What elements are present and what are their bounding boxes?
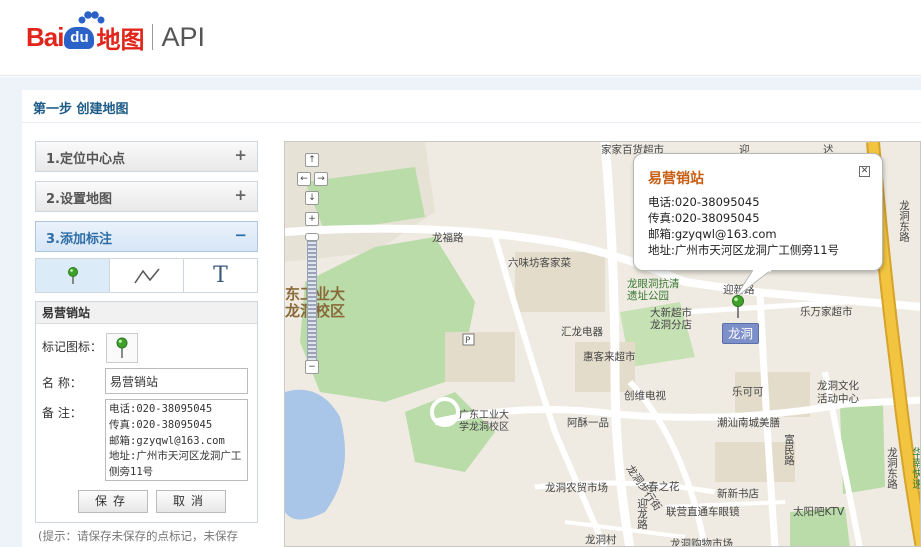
- pan-left-button[interactable]: ←: [297, 172, 311, 186]
- tool-text[interactable]: T: [184, 259, 257, 292]
- zoom-in-button[interactable]: +: [305, 212, 319, 226]
- info-window: 易营销站 ✕ 电话:020-38095045 传真:020-38095045 邮…: [633, 153, 883, 271]
- accordion-label: 2.设置地图: [46, 192, 112, 207]
- map-label: 六味坊客家菜: [508, 257, 571, 269]
- map-label: 龙洞农贸市场: [545, 482, 608, 494]
- map-label: 华南快速: [911, 447, 921, 489]
- logo-separator: [152, 24, 154, 50]
- save-button[interactable]: 保存: [78, 490, 148, 513]
- logo-du: du: [64, 27, 95, 49]
- map-canvas[interactable]: P 东工业大 龙洞校区 龙福路 六味坊客家菜 家家百货超市 龙眼洞抗清 遗址公园…: [284, 141, 921, 547]
- marker-icon-picker[interactable]: [106, 333, 138, 363]
- map-label: 龙福路: [432, 232, 464, 244]
- zoom-slider-handle[interactable]: [305, 233, 319, 241]
- map-label: 汇龙电器: [561, 326, 603, 338]
- collapse-icon: −: [234, 226, 247, 244]
- pan-up-button[interactable]: ↑: [305, 153, 319, 167]
- accordion-label: 3.添加标注: [46, 232, 112, 247]
- accordion-locate-center[interactable]: 1.定位中心点 +: [35, 141, 258, 172]
- annotation-tools: T: [35, 258, 258, 293]
- svg-text:P: P: [465, 336, 471, 346]
- accordion-map-settings[interactable]: 2.设置地图 +: [35, 181, 258, 212]
- tool-polyline[interactable]: [110, 259, 184, 292]
- close-icon[interactable]: ✕: [859, 166, 870, 177]
- form-header: 易营销站: [36, 302, 257, 324]
- zoom-slider[interactable]: [307, 235, 317, 365]
- map-label: 遗址公园: [627, 290, 669, 302]
- map-label: 龙洞分店: [650, 319, 692, 331]
- polyline-icon: [133, 268, 160, 283]
- paw-icon: [78, 11, 105, 24]
- map-label: 乐可可: [732, 386, 764, 398]
- title-divider: [22, 122, 921, 123]
- map-label: 龙洞东路: [898, 200, 910, 242]
- map-label: 春之花: [648, 481, 680, 493]
- icon-label: 标记图标：: [42, 340, 103, 354]
- info-email: 邮箱:gzyqwl@163.com: [648, 227, 777, 241]
- map-label: 创维电视: [624, 390, 666, 402]
- map-label: 迎龙路: [636, 498, 648, 530]
- note-textarea[interactable]: 电话:020-38095045 传真:020-38095045 邮箱:gzyqw…: [105, 399, 248, 481]
- map-marker-icon[interactable]: [731, 295, 745, 319]
- zoom-out-button[interactable]: −: [305, 360, 319, 374]
- note-label: 备 注：: [42, 406, 82, 420]
- map-label: 龙洞东路: [886, 447, 898, 489]
- expand-icon: +: [234, 186, 247, 204]
- accordion-add-marker[interactable]: 3.添加标注 −: [35, 221, 258, 252]
- marker-icon: [67, 266, 78, 284]
- name-input[interactable]: [105, 368, 248, 394]
- info-phone: 电话:020-38095045: [648, 195, 760, 209]
- logo-api: API: [161, 21, 205, 52]
- map-label: 惠客来超市: [583, 351, 636, 363]
- marker-form: 易营销站 标记图标： 名 称： 备 注： 电话:020-38095045 传真:…: [35, 301, 258, 523]
- map-label: 乐万家超市: [800, 306, 853, 318]
- info-address: 地址:广州市天河区龙洞广工侧旁11号: [648, 243, 840, 257]
- map-label: 新新书店: [717, 488, 759, 500]
- info-fax: 传真:020-38095045: [648, 211, 760, 225]
- map-label: 太阳吧KTV: [793, 506, 845, 518]
- step-title: 第一步 创建地图: [33, 102, 129, 117]
- marker-icon: [116, 337, 128, 358]
- map-label: 联营直通车眼镜: [666, 506, 740, 518]
- logo-bai: Bai: [26, 21, 64, 52]
- header: Bai du 地图 API: [0, 0, 921, 76]
- map-label: 富民路: [783, 434, 795, 466]
- info-window-title: 易营销站: [648, 171, 704, 187]
- tip-text: (提示：请保存未保存的点标记，未保存: [38, 529, 238, 543]
- map-label: 龙洞购物市场: [670, 538, 733, 547]
- name-label: 名 称：: [42, 376, 82, 390]
- map-label: 活动中心: [817, 393, 859, 405]
- pan-down-button[interactable]: ↓: [305, 191, 319, 205]
- tool-marker[interactable]: [36, 259, 110, 292]
- cancel-button[interactable]: 取消: [156, 490, 226, 513]
- expand-icon: +: [234, 146, 247, 164]
- map-label: 潮汕南城美膳: [717, 417, 780, 429]
- baidu-map-logo[interactable]: Bai du 地图 API: [26, 11, 205, 62]
- page: Bai du 地图 API 第一步 创建地图 1.定位中心点 + 2.设置地图 …: [0, 0, 921, 547]
- text-icon: T: [213, 263, 228, 288]
- map-label: 学龙洞校区: [459, 422, 509, 433]
- accordion-label: 1.定位中心点: [46, 152, 125, 167]
- map-label: 阿酥一品: [567, 417, 609, 429]
- district-label: 龙洞: [722, 323, 759, 344]
- pan-right-button[interactable]: →: [314, 172, 328, 186]
- map-label: 龙洞村: [585, 534, 617, 546]
